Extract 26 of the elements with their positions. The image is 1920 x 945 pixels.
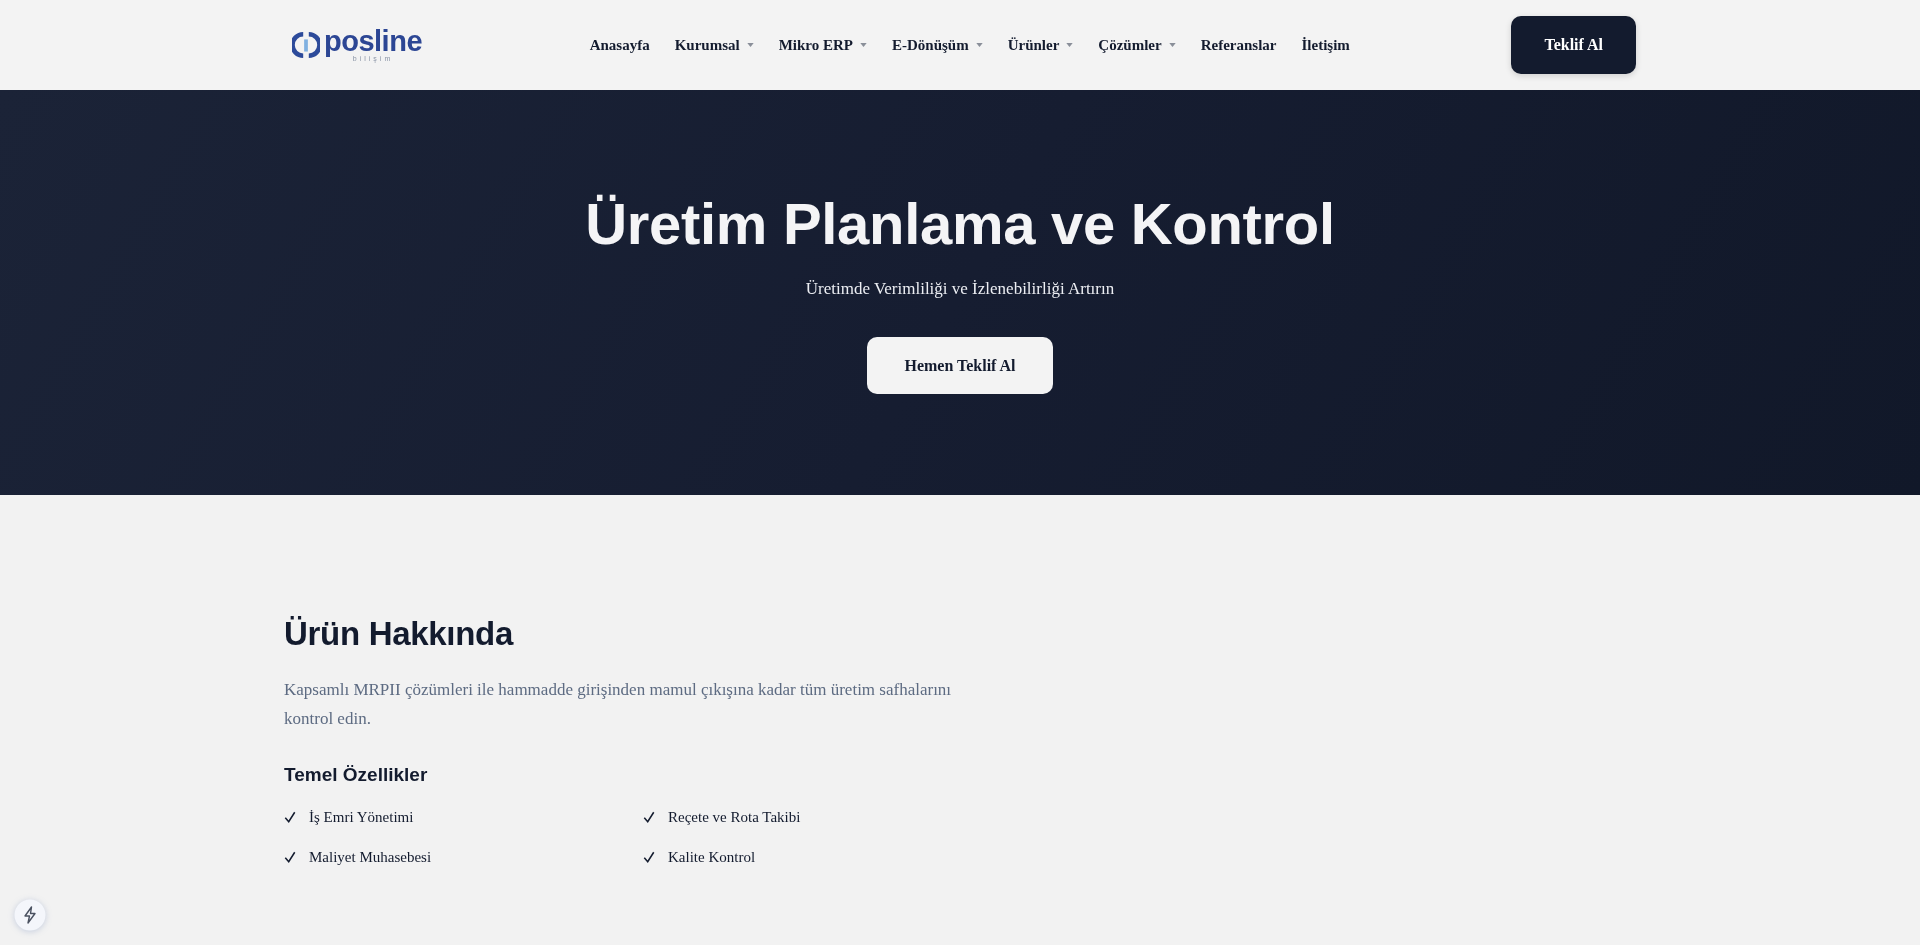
check-icon (284, 851, 296, 863)
check-icon (284, 811, 296, 823)
feature-label: İş Emri Yönetimi (309, 808, 414, 826)
nav-link[interactable]: E-Dönüşüm (892, 36, 983, 54)
feature-label: Reçete ve Rota Takibi (668, 808, 801, 826)
check-icon (643, 851, 655, 863)
lightning-icon[interactable] (14, 899, 46, 931)
feature-label: Maliyet Muhasebesi (309, 848, 432, 866)
logo-icon[interactable] (292, 31, 320, 59)
features-heading: Temel Özellikler (284, 763, 429, 787)
nav-link[interactable]: İletişim (1301, 36, 1350, 54)
nav-link[interactable]: Kurumsal (674, 36, 754, 54)
check-icon (643, 811, 655, 823)
feature-label: Kalite Kontrol (668, 848, 756, 866)
hero-title: Üretim Planlama ve Kontrol (585, 190, 1335, 258)
nav-link[interactable]: Mikro ERP (778, 36, 867, 54)
nav-link[interactable]: Referanslar (1200, 36, 1277, 54)
quote-now-button[interactable]: Hemen Teklif Al (867, 337, 1053, 394)
nav-link[interactable]: Ürünler (1007, 36, 1074, 54)
nav-link[interactable]: Anasayfa (589, 36, 650, 54)
quote-button[interactable]: Teklif Al (1511, 16, 1636, 74)
logo-wordmark[interactable]: posline (324, 27, 422, 55)
nav-link[interactable]: Çözümler (1098, 36, 1176, 54)
section-title: Ürün Hakkında (284, 614, 515, 654)
hero-subtitle: Üretimde Verimliliği ve İzlenebilirliği Artırın (805, 278, 1115, 300)
description-text: Kapsamlı MRPII çözümleri ile hammadde girişinden mamul çıkışına kadar tüm üretim safhalarını kontrol edin. (284, 679, 953, 730)
